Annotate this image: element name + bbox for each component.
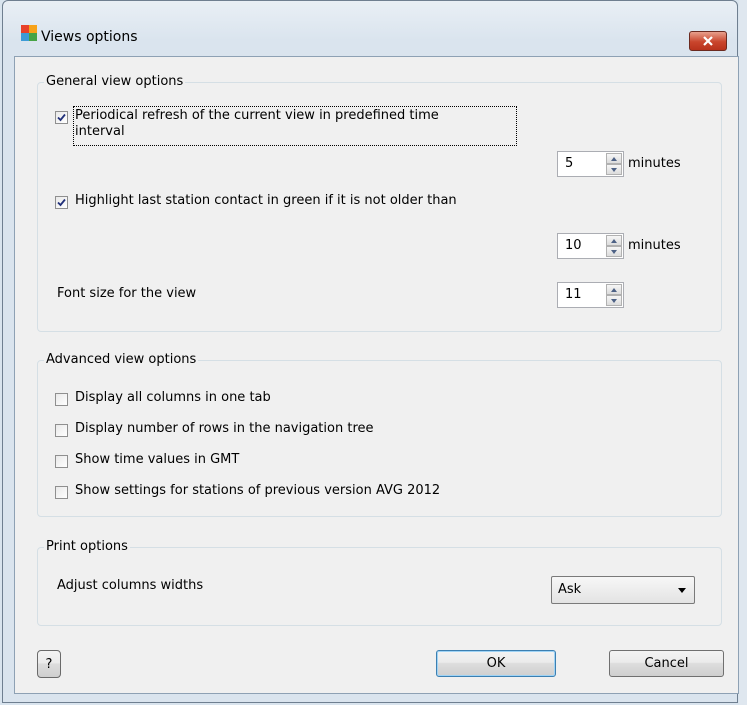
close-icon [703,36,713,46]
font-size-stepper[interactable]: 11 [557,282,624,308]
show-previous-version-label[interactable]: Show settings for stations of previous v… [75,483,440,498]
display-all-columns-checkbox[interactable] [55,393,68,406]
highlight-interval-value[interactable]: 10 [565,238,582,253]
show-gmt-checkbox[interactable] [55,455,68,468]
arrow-down-icon [611,249,617,254]
group-title-print: Print options [44,539,130,554]
print-options-group: Print options Adjust columns widths Ask [37,539,722,626]
group-title-advanced: Advanced view options [44,352,199,367]
display-all-columns-label[interactable]: Display all columns in one tab [75,390,271,405]
display-rows-count-label[interactable]: Display number of rows in the navigation… [75,421,374,436]
adjust-columns-value: Ask [558,582,582,597]
arrow-up-icon [611,156,617,161]
dialog-client-area: General view options Periodical refresh … [14,56,739,694]
arrow-down-icon [611,298,617,303]
highlight-unit-label: minutes [628,238,681,253]
checkmark-icon [57,113,66,122]
dropdown-arrow-icon [678,588,686,593]
show-previous-version-checkbox[interactable] [55,486,68,499]
highlight-spin-up-button[interactable] [606,235,622,246]
advanced-view-options-group: Advanced view options Display all column… [37,352,722,517]
arrow-down-icon [611,167,617,172]
ok-button[interactable]: OK [436,650,556,677]
cancel-button-label: Cancel [644,656,689,671]
close-button[interactable] [689,31,727,51]
avg-logo-icon [21,25,37,41]
ok-button-label: OK [486,656,506,671]
checkmark-icon [57,198,66,207]
highlight-checkbox[interactable] [55,196,68,209]
desktop-background-strip [739,0,747,705]
highlight-spin-down-button[interactable] [606,246,622,257]
font-spin-up-button[interactable] [606,284,622,295]
arrow-up-icon [611,238,617,243]
help-button-label: ? [45,656,53,672]
refresh-label-line2[interactable]: interval [75,124,125,139]
font-size-value[interactable]: 11 [565,287,582,302]
refresh-interval-stepper[interactable]: 5 [557,151,624,177]
arrow-up-icon [611,287,617,292]
highlight-interval-stepper[interactable]: 10 [557,233,624,259]
refresh-label-line1[interactable]: Periodical refresh of the current view i… [75,108,439,123]
refresh-checkbox[interactable] [55,111,68,124]
refresh-interval-value[interactable]: 5 [565,156,573,171]
window-title: Views options [41,29,138,45]
adjust-columns-dropdown[interactable]: Ask [551,576,695,604]
help-button[interactable]: ? [37,650,61,678]
title-bar[interactable]: Views options [3,1,737,51]
cancel-button[interactable]: Cancel [609,650,724,677]
refresh-unit-label: minutes [628,156,681,171]
refresh-spin-up-button[interactable] [606,153,622,164]
general-view-options-group: General view options Periodical refresh … [37,74,722,332]
refresh-spin-down-button[interactable] [606,164,622,175]
font-spin-down-button[interactable] [606,295,622,306]
font-size-label: Font size for the view [57,286,197,301]
group-title-general: General view options [44,74,186,89]
adjust-columns-label: Adjust columns widths [57,578,204,593]
highlight-label[interactable]: Highlight last station contact in green … [75,193,457,208]
display-rows-count-checkbox[interactable] [55,424,68,437]
show-gmt-label[interactable]: Show time values in GMT [75,452,239,467]
